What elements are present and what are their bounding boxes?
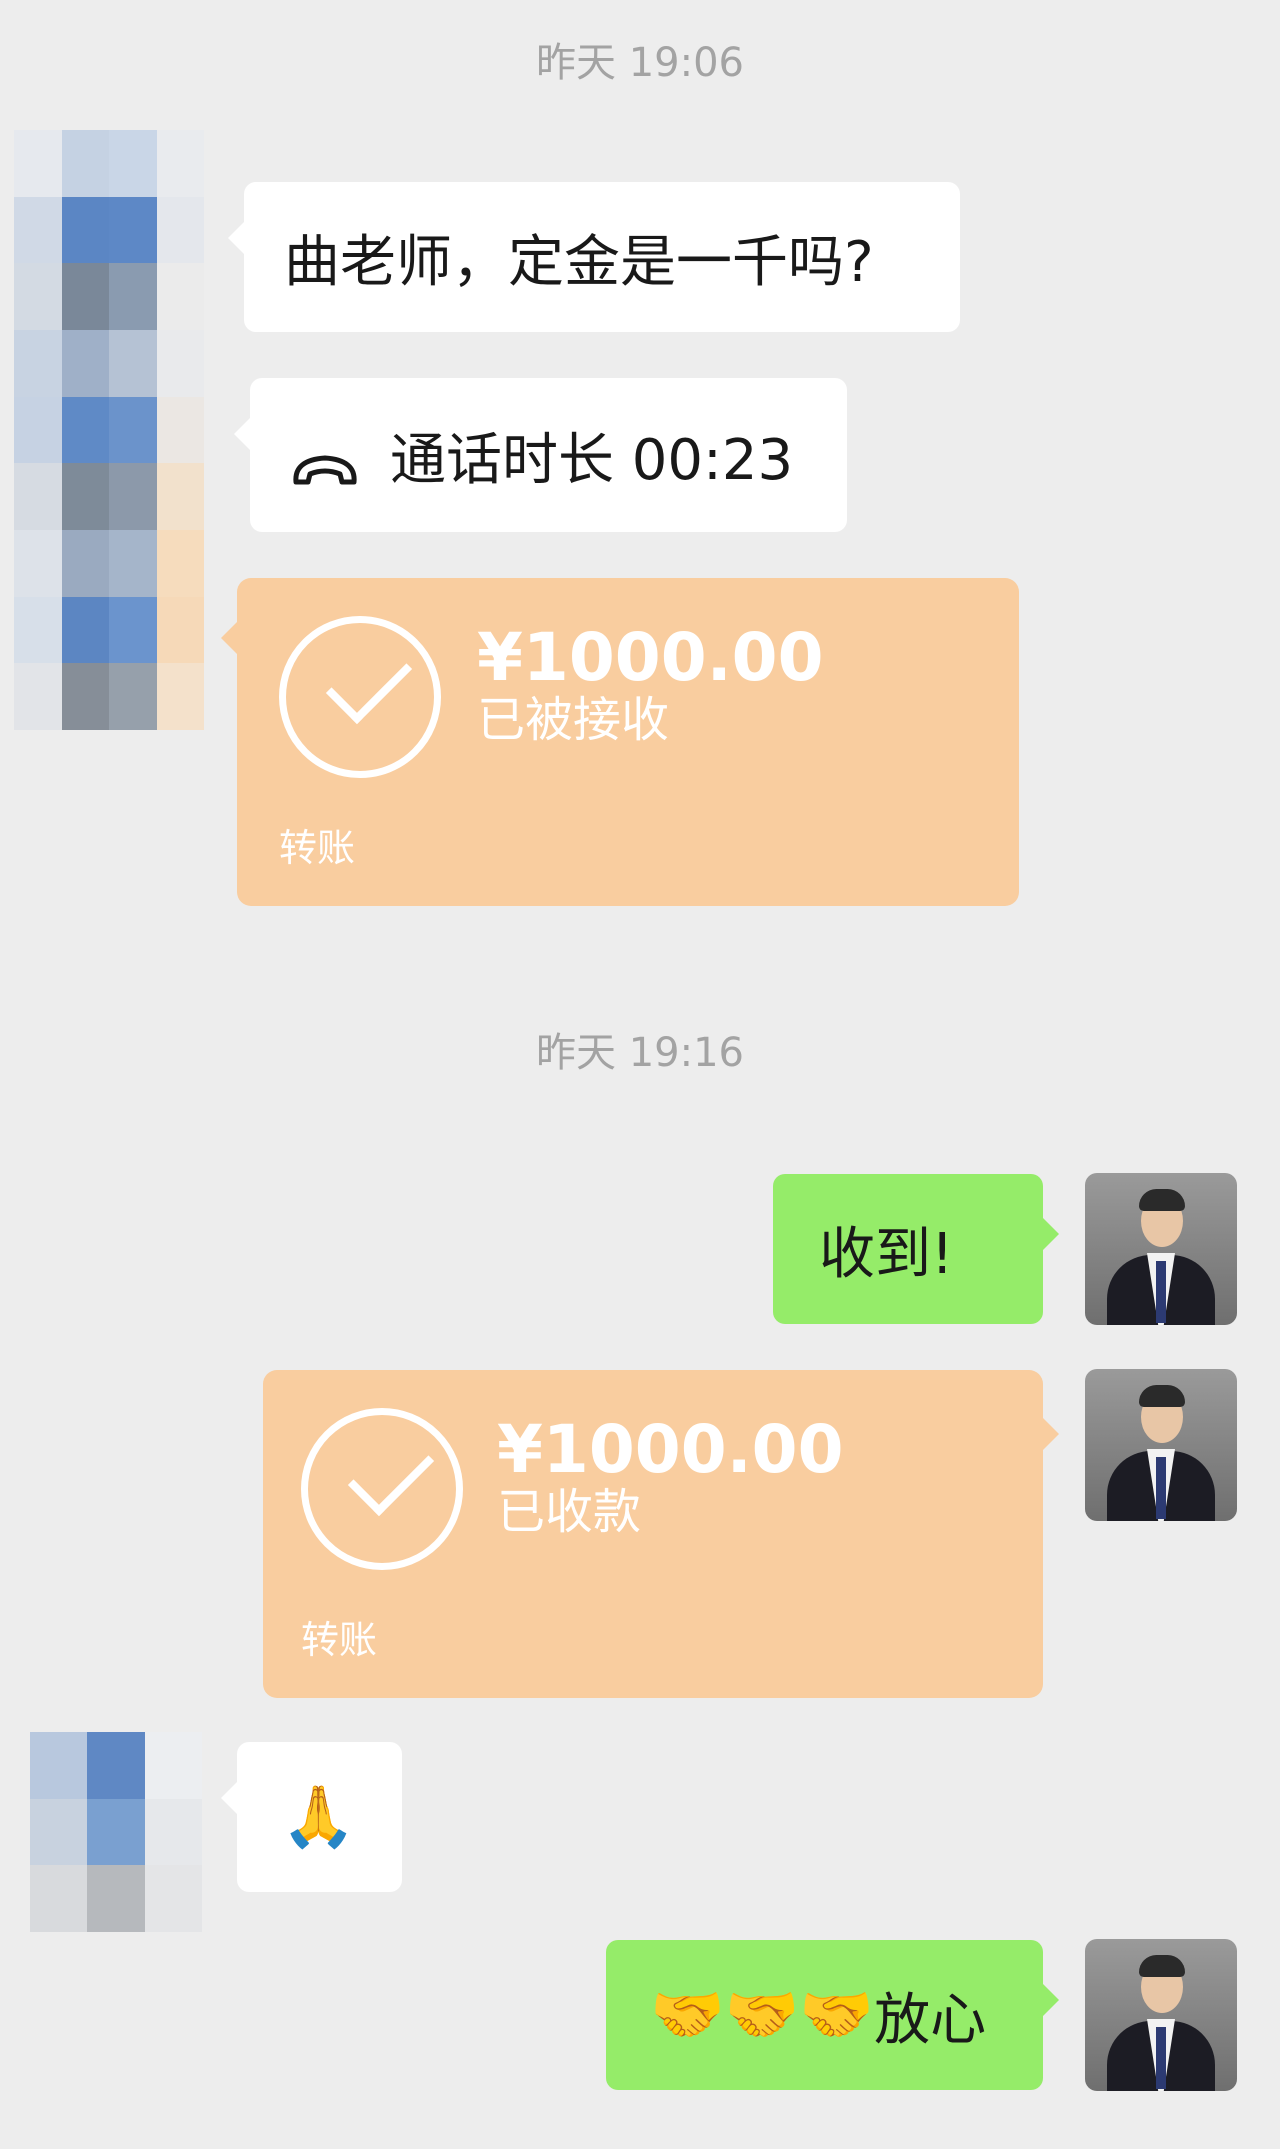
- user-avatar[interactable]: [1085, 1939, 1237, 2091]
- incoming-message-bubble[interactable]: 曲老师，定金是一千吗?: [228, 182, 960, 332]
- outgoing-message-bubble[interactable]: 🤝🤝🤝 放心: [606, 1940, 1059, 2090]
- user-avatar[interactable]: [1085, 1369, 1237, 1521]
- call-duration-text: 通话时长 00:23: [390, 427, 794, 493]
- transfer-type-label: 转账: [301, 1618, 378, 1662]
- transfer-card-received[interactable]: ¥1000.00 已收款 转账: [263, 1370, 1059, 1698]
- contact-avatar-pixelated[interactable]: [30, 1732, 202, 1932]
- transfer-status: 已收款: [497, 1484, 642, 1540]
- incoming-emoji-bubble[interactable]: 🙏: [221, 1742, 402, 1892]
- timestamp: 昨天 19:16: [536, 1030, 744, 1076]
- user-avatar[interactable]: [1085, 1173, 1237, 1325]
- message-text: 收到!: [819, 1221, 954, 1287]
- transfer-amount: ¥1000.00: [477, 619, 824, 696]
- handshake-emojis: 🤝🤝🤝: [650, 1980, 875, 2050]
- call-record-bubble[interactable]: 通话时长 00:23: [234, 378, 847, 532]
- check-circle-icon: [301, 1408, 463, 1570]
- transfer-type-label: 转账: [279, 826, 356, 870]
- check-circle-icon: [279, 616, 441, 778]
- phone-hangup-icon: [290, 437, 360, 485]
- transfer-amount: ¥1000.00: [497, 1411, 844, 1488]
- timestamp: 昨天 19:06: [536, 40, 744, 86]
- contact-avatar-pixelated[interactable]: [14, 130, 204, 730]
- message-text: 曲老师，定金是一千吗?: [284, 229, 874, 295]
- emoji-text: 🙏: [281, 1782, 356, 1852]
- transfer-status: 已被接收: [477, 692, 670, 748]
- outgoing-message-bubble[interactable]: 收到!: [773, 1174, 1059, 1324]
- transfer-card-accepted[interactable]: ¥1000.00 已被接收 转账: [221, 578, 1019, 906]
- message-text: 放心: [874, 1987, 987, 2053]
